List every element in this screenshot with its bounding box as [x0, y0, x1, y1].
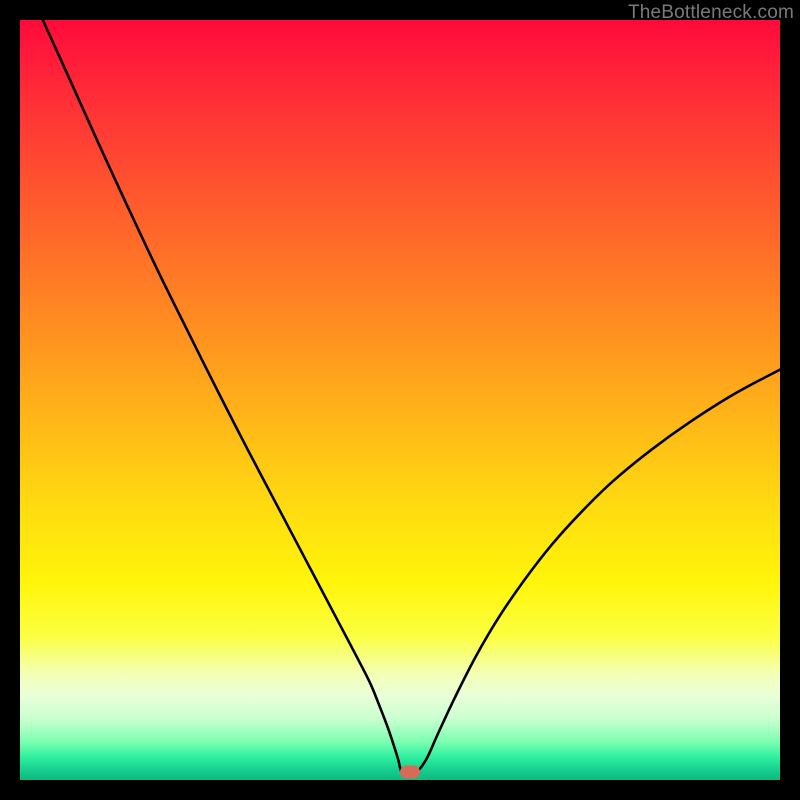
- chart-frame: TheBottleneck.com: [0, 0, 800, 800]
- bottleneck-curve: [20, 20, 780, 780]
- plot-area: [20, 20, 780, 780]
- watermark-text: TheBottleneck.com: [628, 2, 794, 24]
- optimal-point-marker: [400, 765, 420, 778]
